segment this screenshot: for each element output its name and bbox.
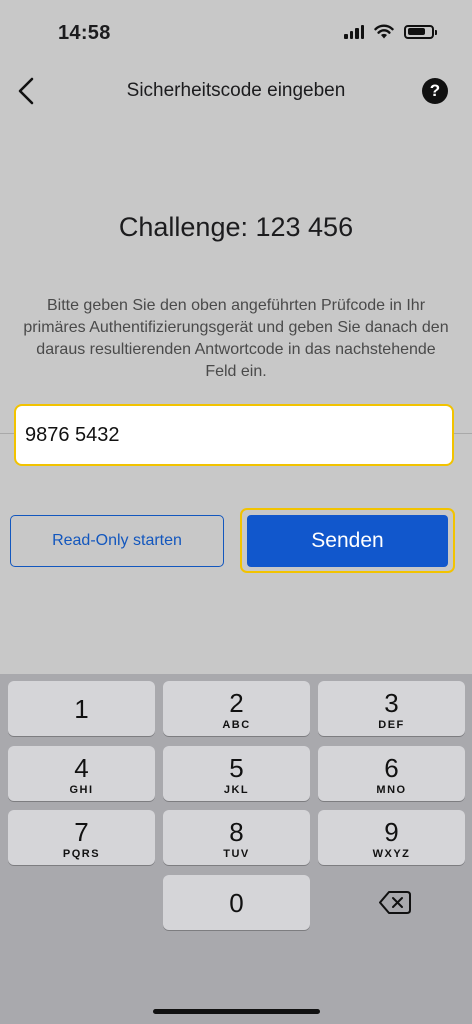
response-code-field-container (14, 404, 454, 466)
cellular-signal-icon (344, 24, 364, 39)
key-letters: WXYZ (372, 848, 411, 860)
key-letters: JKL (223, 784, 250, 796)
key-6[interactable]: 6 MNO (318, 746, 465, 801)
key-1[interactable]: 1 (8, 681, 155, 736)
instructions-text: Bitte geben Sie den oben angeführten Prü… (23, 297, 449, 380)
key-letters: ABC (222, 719, 251, 731)
key-5[interactable]: 5 JKL (163, 746, 310, 801)
key-digit: 6 (384, 753, 399, 783)
challenge-code: Challenge: 123 456 (118, 212, 354, 242)
status-time: 14:58 (58, 22, 111, 44)
backspace-icon[interactable] (318, 875, 465, 930)
key-digit: 3 (384, 688, 399, 718)
key-2[interactable]: 2 ABC (163, 681, 310, 736)
home-indicator (153, 1009, 320, 1014)
key-digit: 2 (229, 688, 244, 718)
status-icons (344, 24, 437, 39)
wifi-icon (374, 24, 394, 39)
key-digit: 8 (229, 817, 244, 847)
key-letters: DEF (378, 719, 405, 731)
help-icon[interactable]: ? (422, 78, 448, 104)
send-button[interactable]: Senden (247, 515, 448, 567)
key-7[interactable]: 7 PQRS (8, 810, 155, 865)
battery-icon (404, 24, 437, 39)
key-digit: 4 (74, 753, 89, 783)
key-letters: PQRS (62, 848, 101, 860)
key-3[interactable]: 3 DEF (318, 681, 465, 736)
key-0[interactable]: 0 (163, 875, 310, 930)
key-letters: TUV (223, 848, 250, 860)
key-letters: GHI (69, 784, 94, 796)
key-9[interactable]: 9 WXYZ (318, 810, 465, 865)
read-only-start-button[interactable]: Read-Only starten (10, 515, 224, 567)
key-4[interactable]: 4 GHI (8, 746, 155, 801)
key-letters: MNO (376, 784, 407, 796)
page-title: Sicherheitscode eingeben (126, 80, 346, 101)
response-code-input[interactable] (19, 409, 449, 461)
key-digit: 7 (74, 817, 89, 847)
key-digit: 1 (74, 694, 89, 724)
key-digit: 0 (229, 888, 244, 918)
key-8[interactable]: 8 TUV (163, 810, 310, 865)
key-digit: 5 (229, 753, 244, 783)
key-digit: 9 (384, 817, 399, 847)
